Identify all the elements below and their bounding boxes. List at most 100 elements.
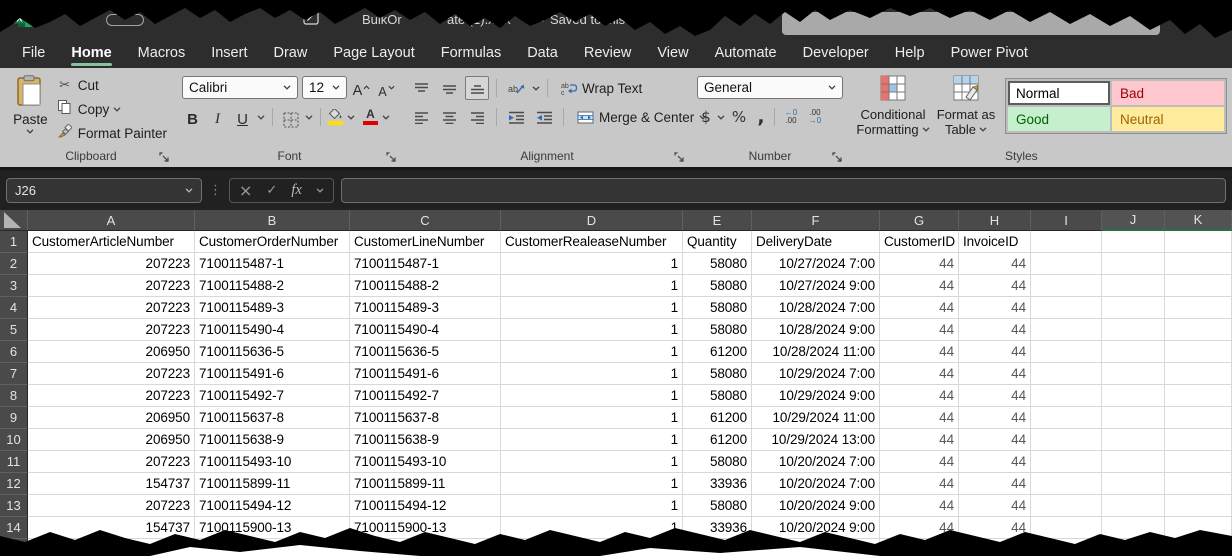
cell-C14[interactable]: 7100115900-13 — [350, 517, 501, 539]
cell-K10[interactable] — [1165, 429, 1232, 451]
cell-C6[interactable]: 7100115636-5 — [350, 341, 501, 363]
row-header-2[interactable]: 2 — [0, 253, 28, 275]
cell-J1[interactable] — [1102, 231, 1165, 253]
cell-E11[interactable]: 58080 — [683, 451, 752, 473]
cell-K4[interactable] — [1165, 297, 1232, 319]
paste-button[interactable]: Paste — [12, 73, 49, 148]
cell-C12[interactable]: 7100115899-11 — [350, 473, 501, 495]
cell-I13[interactable] — [1031, 495, 1102, 517]
cell-J4[interactable] — [1102, 297, 1165, 319]
row-header-13[interactable]: 13 — [0, 495, 28, 517]
cell-J11[interactable] — [1102, 451, 1165, 473]
cell-H5[interactable]: 44 — [959, 319, 1031, 341]
menu-tab-view[interactable]: View — [644, 40, 701, 68]
cell-B8[interactable]: 7100115492-7 — [195, 385, 350, 407]
menu-tab-page-layout[interactable]: Page Layout — [320, 40, 427, 68]
cell-J12[interactable] — [1102, 473, 1165, 495]
cell-D12[interactable]: 1 — [501, 473, 683, 495]
cell-A1[interactable]: CustomerArticleNumber — [28, 231, 195, 253]
style-normal[interactable]: Normal — [1008, 81, 1110, 105]
cell-D3[interactable]: 1 — [501, 275, 683, 297]
cell-I3[interactable] — [1031, 275, 1102, 297]
number-format-select[interactable]: General — [697, 76, 843, 99]
font-color-chevron-down-icon[interactable] — [382, 115, 390, 120]
orientation-button[interactable]: ab — [504, 76, 528, 100]
cell-D7[interactable]: 1 — [501, 363, 683, 385]
cell-F5[interactable]: 10/28/2024 9:00 — [752, 319, 880, 341]
enter-check-icon[interactable]: ✓ — [266, 183, 277, 198]
cell-D8[interactable]: 1 — [501, 385, 683, 407]
cell-F8[interactable]: 10/29/2024 9:00 — [752, 385, 880, 407]
menu-tab-macros[interactable]: Macros — [125, 40, 199, 68]
menu-tab-home[interactable]: Home — [58, 40, 124, 68]
cell-K5[interactable] — [1165, 319, 1232, 341]
menu-tab-review[interactable]: Review — [571, 40, 645, 68]
style-good[interactable]: Good — [1008, 107, 1110, 131]
cell-G5[interactable]: 44 — [880, 319, 959, 341]
clipboard-dialog-launcher-icon[interactable] — [158, 151, 170, 163]
cell-A2[interactable]: 207223 — [28, 253, 195, 275]
column-header-i[interactable]: I — [1031, 210, 1102, 231]
cell-B10[interactable]: 7100115638-9 — [195, 429, 350, 451]
cell-K8[interactable] — [1165, 385, 1232, 407]
column-header-k[interactable]: K — [1165, 210, 1232, 231]
cell-E9[interactable]: 61200 — [683, 407, 752, 429]
cell-H1[interactable]: InvoiceID — [959, 231, 1031, 253]
cell-H3[interactable]: 44 — [959, 275, 1031, 297]
cell-B1[interactable]: CustomerOrderNumber — [195, 231, 350, 253]
cell-F7[interactable]: 10/29/2024 7:00 — [752, 363, 880, 385]
align-top-button[interactable] — [409, 76, 433, 100]
cell-D4[interactable]: 1 — [501, 297, 683, 319]
fill-color-button[interactable] — [328, 109, 343, 125]
cell-C2[interactable]: 7100115487-1 — [350, 253, 501, 275]
cell-J14[interactable] — [1102, 517, 1165, 539]
cell-D10[interactable]: 1 — [501, 429, 683, 451]
column-header-d[interactable]: D — [501, 210, 683, 231]
cell-I4[interactable] — [1031, 297, 1102, 319]
insert-function-icon[interactable]: fx — [291, 182, 301, 199]
cell-K9[interactable] — [1165, 407, 1232, 429]
cell-I9[interactable] — [1031, 407, 1102, 429]
cell-B14[interactable]: 7100115900-13 — [195, 517, 350, 539]
italic-button[interactable]: I — [207, 106, 228, 128]
orientation-chevron-down-icon[interactable] — [532, 86, 540, 91]
cell-G9[interactable]: 44 — [880, 407, 959, 429]
cell-G11[interactable]: 44 — [880, 451, 959, 473]
cell-F2[interactable]: 10/27/2024 7:00 — [752, 253, 880, 275]
cell-K1[interactable] — [1165, 231, 1232, 253]
menu-tab-insert[interactable]: Insert — [198, 40, 260, 68]
cell-A3[interactable]: 207223 — [28, 275, 195, 297]
format-painter-button[interactable]: Format Painter — [53, 121, 170, 145]
cell-H13[interactable]: 44 — [959, 495, 1031, 517]
cell-F1[interactable]: DeliveryDate — [752, 231, 880, 253]
cell-F14[interactable]: 10/20/2024 9:00 — [752, 517, 880, 539]
cell-K7[interactable] — [1165, 363, 1232, 385]
row-header-9[interactable]: 9 — [0, 407, 28, 429]
cell-D13[interactable]: 1 — [501, 495, 683, 517]
cell-B5[interactable]: 7100115490-4 — [195, 319, 350, 341]
cell-I6[interactable] — [1031, 341, 1102, 363]
cell-H6[interactable]: 44 — [959, 341, 1031, 363]
cell-F10[interactable]: 10/29/2024 13:00 — [752, 429, 880, 451]
font-size-select[interactable]: 12 — [302, 76, 347, 99]
cell-F6[interactable]: 10/28/2024 11:00 — [752, 341, 880, 363]
formula-input[interactable] — [341, 178, 1226, 203]
cell-D5[interactable]: 1 — [501, 319, 683, 341]
cell-A9[interactable]: 206950 — [28, 407, 195, 429]
cell-J8[interactable] — [1102, 385, 1165, 407]
row-header-8[interactable]: 8 — [0, 385, 28, 407]
comma-style-button[interactable]: , — [753, 105, 769, 129]
cell-G4[interactable]: 44 — [880, 297, 959, 319]
menu-tab-data[interactable]: Data — [514, 40, 571, 68]
row-header-4[interactable]: 4 — [0, 297, 28, 319]
cell-A5[interactable]: 207223 — [28, 319, 195, 341]
accounting-chevron-down-icon[interactable] — [717, 115, 725, 120]
cell-J7[interactable] — [1102, 363, 1165, 385]
align-center-button[interactable] — [437, 105, 461, 129]
cell-G6[interactable]: 44 — [880, 341, 959, 363]
alignment-dialog-launcher-icon[interactable] — [673, 151, 685, 163]
cell-A14[interactable]: 154737 — [28, 517, 195, 539]
menu-tab-file[interactable]: File — [9, 40, 58, 68]
cell-E1[interactable]: Quantity — [683, 231, 752, 253]
cell-E14[interactable]: 33936 — [683, 517, 752, 539]
